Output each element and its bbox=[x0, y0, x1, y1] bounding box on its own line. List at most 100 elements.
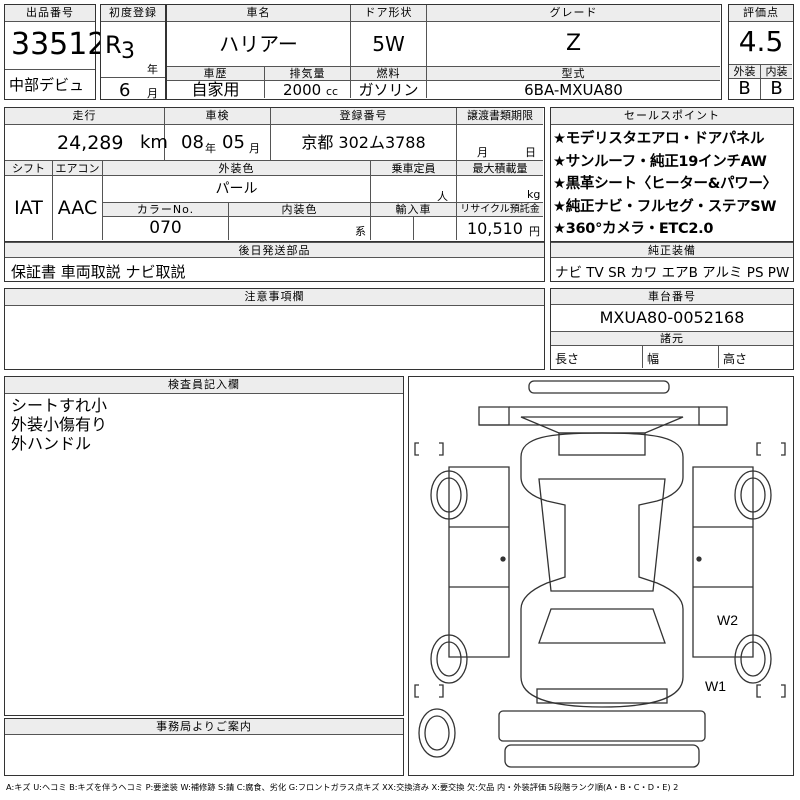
recycle-label: リサイクル預託金 bbox=[457, 202, 543, 217]
sales-point: ★純正ナビ・フルセグ・ステアSW bbox=[553, 198, 777, 215]
capacity-label: 乗車定員 bbox=[371, 160, 457, 176]
fuel: ガソリン bbox=[351, 81, 427, 99]
sales-points-box: セールスポイント ★モデリスタエアロ・ドアパネル ★サンルーフ・純正19インチA… bbox=[550, 107, 794, 242]
car-diagram-box: W2 W1 bbox=[408, 376, 794, 776]
office-label: 事務局よりご案内 bbox=[5, 719, 403, 735]
overall-score: 4.5 bbox=[738, 25, 784, 58]
era: R bbox=[105, 31, 122, 59]
damage-mark-w1: W1 bbox=[705, 678, 726, 694]
rear-bumper-shape bbox=[536, 688, 668, 704]
month-unit: 月 bbox=[147, 87, 158, 100]
post-parts: 保証書 車両取説 ナビ取説 bbox=[11, 263, 186, 281]
details-box: 走行 車検 登録番号 譲渡書類期限 24,289 km 08 年 05 月 京都… bbox=[4, 107, 545, 242]
rear-panel-shape bbox=[498, 710, 706, 742]
interior-score: B bbox=[770, 78, 783, 99]
color-number: 070 bbox=[103, 217, 229, 240]
deadline-month-unit: 月 bbox=[477, 146, 488, 159]
door-type: 5W bbox=[351, 22, 427, 66]
inspector-box: 検査員記入欄 シートすれ小 外装小傷有り 外ハンドル bbox=[4, 376, 404, 716]
displacement: 2000 bbox=[283, 81, 322, 99]
color-no-label: カラーNo. bbox=[103, 202, 229, 217]
shift-label: シフト bbox=[5, 160, 53, 176]
recycle-fee: 10,510 bbox=[467, 219, 523, 238]
score-box: 評価点 4.5 外装 内装 B B bbox=[728, 4, 794, 100]
chassis-label: 車台番号 bbox=[551, 289, 793, 305]
kei-unit: 系 bbox=[355, 225, 366, 238]
inspection-year-unit: 年 bbox=[205, 142, 216, 155]
reg-month: 6 bbox=[119, 80, 131, 101]
post-parts-box: 後日発送部品 保証書 車両取説 ナビ取説 bbox=[4, 242, 545, 282]
notes-label: 注意事項欄 bbox=[5, 289, 544, 306]
sales-points-label: セールスポイント bbox=[551, 108, 793, 125]
exterior-score: B bbox=[729, 79, 761, 99]
year-unit: 年 bbox=[147, 63, 158, 76]
model-code: 6BA-MXUA80 bbox=[524, 81, 623, 99]
reg-no-label: 登録番号 bbox=[271, 108, 457, 125]
fuel-label: 燃料 bbox=[351, 66, 427, 81]
front-bumper-top-shape bbox=[528, 380, 670, 394]
sales-point: ★モデリスタエアロ・ドアパネル bbox=[553, 131, 765, 147]
aircon-label: エアコン bbox=[53, 160, 103, 176]
first-registration-box: 初度登録 R 3 年 6 月 bbox=[100, 4, 166, 101]
sales-point: ★黒革シート〈ヒーター&パワー〉 bbox=[553, 176, 777, 192]
km-unit: km bbox=[140, 132, 168, 153]
genuine-equipment-label: 純正装備 bbox=[551, 242, 793, 258]
car-name: ハリアー bbox=[167, 22, 351, 66]
width-label: 幅 bbox=[643, 346, 719, 368]
inspection-month-unit: 月 bbox=[249, 142, 260, 155]
inspection-month: 05 bbox=[222, 132, 245, 153]
int-color-label: 内装色 bbox=[229, 202, 371, 217]
notes-box: 注意事項欄 bbox=[4, 288, 545, 370]
aircon: AAC bbox=[53, 176, 103, 240]
inspector-note: 外装小傷有り bbox=[11, 415, 108, 434]
cc-unit: cc bbox=[325, 85, 339, 98]
car-body-top-shape bbox=[520, 432, 684, 708]
legend: A:キズ U:ヘコミ B:キズを伴うヘコミ P:要塗装 W:補修跡 S:錆 C:… bbox=[6, 782, 679, 792]
rear-bottom-shape bbox=[504, 744, 700, 768]
genuine-equipment-box: 純正装備 ナビ TV SR カワ エアB アルミ PS PW bbox=[550, 242, 794, 282]
import-label: 輸入車 bbox=[371, 202, 457, 217]
door-label: ドア形状 bbox=[351, 5, 427, 22]
hood-shape bbox=[558, 432, 646, 456]
interior-label: 内装 bbox=[761, 64, 792, 79]
registration-number: 京都 302ム3788 bbox=[271, 125, 457, 160]
chassis-number: MXUA80-0052168 bbox=[599, 308, 745, 327]
rear-window-shape bbox=[538, 608, 666, 644]
car-history: 自家用 bbox=[167, 81, 265, 99]
transfer-deadline-label: 譲渡書類期限 bbox=[457, 108, 543, 125]
main-spec-box: 車名 ドア形状 グレード ハリアー 5W Z 車歴 排気量 燃料 型式 自家用 … bbox=[166, 4, 722, 100]
shift: IAT bbox=[5, 176, 53, 240]
lot-number: 33512 bbox=[11, 27, 107, 62]
mileage: 24,289 bbox=[57, 132, 124, 154]
lot-number-label: 出品番号 bbox=[5, 5, 95, 22]
grade: Z bbox=[565, 31, 582, 56]
lot-number-box: 出品番号 33512 中部デビュ bbox=[4, 4, 106, 100]
mileage-label: 走行 bbox=[5, 108, 165, 125]
grade-label: グレード bbox=[427, 5, 720, 22]
exterior-label: 外装 bbox=[729, 64, 761, 79]
office-box: 事務局よりご案内 bbox=[4, 718, 404, 776]
inspector-notes: シートすれ小 外装小傷有り 外ハンドル bbox=[11, 396, 107, 453]
score-label: 評価点 bbox=[729, 5, 793, 22]
sales-points-list: ★モデリスタエアロ・ドアパネル ★サンルーフ・純正19インチAW ★黒革シート〈… bbox=[553, 128, 793, 241]
height-label: 高さ bbox=[723, 352, 748, 366]
sales-point: ★サンルーフ・純正19インチAW bbox=[553, 153, 767, 170]
car-diagram: W2 W1 bbox=[414, 380, 786, 768]
kg-unit: kg bbox=[527, 188, 541, 201]
exterior-color: パール bbox=[103, 176, 371, 202]
yen-unit: 円 bbox=[529, 225, 540, 238]
inspector-note: 外ハンドル bbox=[11, 434, 92, 453]
front-left-shape bbox=[478, 406, 510, 426]
front-right-shape bbox=[698, 406, 728, 426]
damage-mark-w2: W2 bbox=[717, 612, 738, 628]
left-side-shape bbox=[448, 466, 510, 658]
max-load-label: 最大積載量 bbox=[457, 160, 543, 176]
car-name-label: 車名 bbox=[167, 5, 351, 22]
inspector-note: シートすれ小 bbox=[11, 396, 108, 415]
debut-label: 中部デビュ bbox=[5, 69, 95, 99]
chassis-box: 車台番号 MXUA80-0052168 諸元 長さ 幅 高さ bbox=[550, 288, 794, 370]
dimensions-label: 諸元 bbox=[551, 331, 793, 346]
sales-point: ★360°カメラ・ETC2.0 bbox=[553, 221, 714, 237]
inspection-label: 車検 bbox=[165, 108, 271, 125]
model-label: 型式 bbox=[427, 66, 720, 81]
